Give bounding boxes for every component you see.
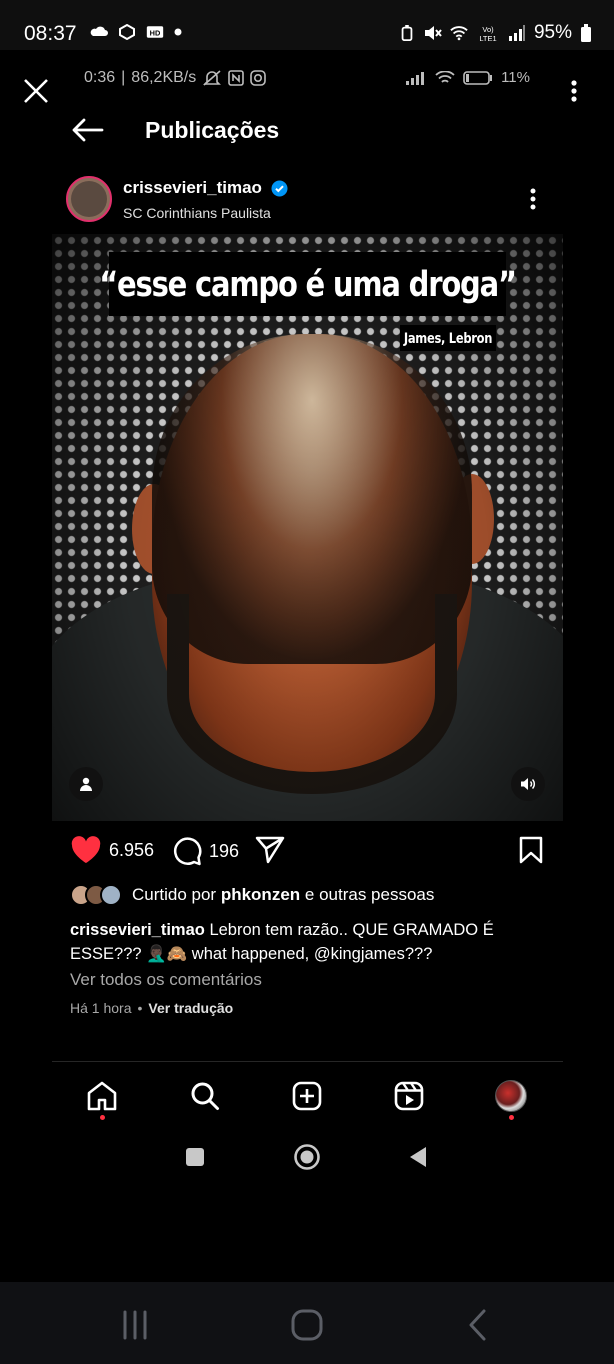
post-time: Há 1 hora: [70, 1000, 132, 1016]
recorded-system-nav: [0, 1142, 614, 1172]
view-all-comments-link[interactable]: Ver todos os comentários: [70, 970, 262, 990]
media-credit: James, Lebron: [403, 329, 493, 347]
share-icon: [255, 836, 285, 864]
cloud-icon: [90, 26, 108, 36]
recents-square-icon: [186, 1148, 204, 1166]
see-translation-link[interactable]: Ver tradução: [148, 1000, 233, 1016]
recording-right: 11%: [405, 69, 530, 86]
search-icon: [191, 1082, 219, 1110]
nav-profile[interactable]: [489, 1074, 533, 1120]
battery-saver-icon: [401, 25, 413, 41]
profile-avatar: [495, 1080, 527, 1112]
recording-meta: 0:36 | 86,2KB/s: [84, 69, 267, 87]
signal-icon: [508, 25, 525, 41]
status-icons-right: Vo) LTE1 95%: [398, 22, 592, 44]
page-header: Publicações: [70, 112, 279, 148]
caption-username[interactable]: crissevieri_timao: [70, 921, 205, 939]
wifi-icon: [450, 26, 468, 41]
recording-speed: 86,2KB/s: [131, 69, 197, 86]
more-icon[interactable]: [570, 80, 578, 102]
bookmark-icon: [519, 836, 543, 864]
author-username[interactable]: crissevieri_timao: [123, 178, 262, 198]
heart-icon: [71, 836, 101, 863]
nav-reels[interactable]: [387, 1074, 431, 1118]
hd-icon: HD: [146, 26, 164, 38]
dot-icon: [174, 28, 182, 36]
share-button[interactable]: [255, 836, 285, 864]
battery-icon: [463, 70, 493, 85]
post-options-icon[interactable]: [530, 188, 536, 210]
liked-by-suffix: e outras pessoas: [300, 885, 435, 904]
liked-by-prefix: Curtido por: [132, 885, 221, 904]
home-circle-icon: [294, 1144, 320, 1170]
recording-elapsed: 0:36: [84, 69, 116, 86]
status-bar: 08:37 HD Vo) LTE1 95%: [0, 0, 614, 50]
liked-by-text[interactable]: Curtido por phkonzen e outras pessoas: [132, 885, 434, 905]
author-avatar[interactable]: [66, 176, 112, 222]
liked-by[interactable]: Curtido por phkonzen e outras pessoas: [70, 884, 434, 906]
person-icon: [80, 777, 92, 791]
bottom-nav: [52, 1074, 563, 1120]
mute-icon: [424, 26, 442, 40]
save-button[interactable]: [518, 836, 544, 864]
sound-toggle-button[interactable]: [511, 767, 545, 801]
svg-text:Vo): Vo): [482, 25, 494, 34]
battery-percent: 95%: [533, 22, 572, 43]
status-icons-left: HD: [90, 24, 182, 40]
back-arrow-icon[interactable]: [70, 117, 104, 143]
svg-text:HD: HD: [150, 28, 161, 37]
volte-icon: Vo)LTE1: [479, 25, 496, 42]
signal-icon: [406, 71, 425, 85]
tagged-people-button[interactable]: [69, 767, 103, 801]
post-header: crissevieri_timao SC Corinthians Paulist…: [66, 174, 556, 226]
notification-dot: [509, 1115, 514, 1120]
bottom-nav-divider: [52, 1061, 563, 1062]
back-icon[interactable]: [462, 1308, 496, 1342]
battery-icon: [581, 24, 591, 42]
comment-button[interactable]: 196: [172, 836, 239, 866]
recording-battery: 11%: [501, 69, 530, 86]
post-meta: Há 1 hora • Ver tradução: [70, 1000, 233, 1016]
post-actions: 6.956 196: [70, 836, 544, 870]
notification-dot: [100, 1115, 105, 1120]
post-media[interactable]: “esse campo é uma droga” James, Lebron: [52, 234, 563, 821]
wifi-icon: [435, 70, 455, 83]
post-location[interactable]: SC Corinthians Paulista: [123, 205, 271, 221]
nav-home[interactable]: [80, 1074, 124, 1120]
volume-icon: [521, 778, 535, 790]
system-nav-bar: [0, 1282, 614, 1364]
recents-icon[interactable]: [118, 1308, 152, 1342]
screen: 0:36 | 86,2KB/s 11% Publicações crissevi…: [0, 50, 614, 1282]
liked-by-user[interactable]: phkonzen: [221, 885, 300, 904]
reels-icon: [394, 1081, 424, 1111]
home-icon[interactable]: [290, 1308, 324, 1342]
close-icon[interactable]: [22, 77, 50, 105]
recording-separator: |: [121, 69, 126, 86]
like-button[interactable]: 6.956: [70, 836, 154, 864]
liker-avatar: [100, 884, 122, 906]
post-caption: crissevieri_timao Lebron tem razão.. QUE…: [70, 918, 540, 966]
home-icon: [87, 1081, 117, 1111]
nav-create[interactable]: [285, 1074, 329, 1118]
create-icon: [292, 1081, 322, 1111]
bell-off-icon: [203, 70, 222, 86]
comment-icon: [173, 837, 202, 866]
svg-text:LTE1: LTE1: [479, 34, 496, 42]
media-quote-box: “esse campo é uma droga”: [99, 252, 517, 316]
nfc-icon: [228, 70, 245, 86]
back-triangle-icon: [410, 1147, 426, 1167]
media-credit-box: James, Lebron: [400, 325, 496, 351]
app-icon: [119, 24, 135, 40]
media-quote: “esse campo é uma droga”: [99, 263, 517, 305]
verified-badge-icon: [271, 180, 288, 197]
nav-search[interactable]: [183, 1074, 227, 1118]
comment-count[interactable]: 196: [209, 841, 239, 862]
meta-separator: •: [137, 1000, 143, 1016]
status-time: 08:37: [24, 22, 77, 45]
like-count[interactable]: 6.956: [109, 840, 154, 861]
page-title: Publicações: [145, 116, 280, 143]
media-vignette: [52, 234, 563, 821]
instagram-icon: [250, 70, 267, 86]
